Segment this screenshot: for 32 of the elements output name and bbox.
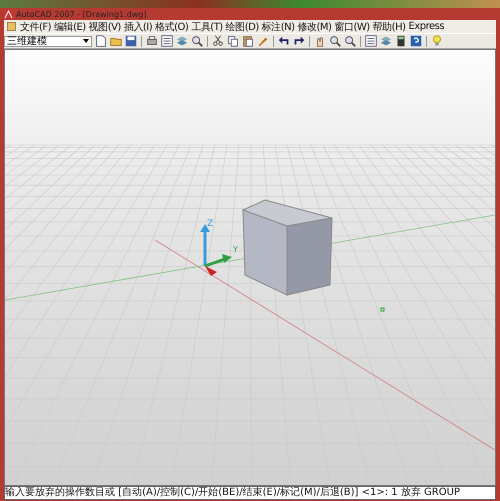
copy-icon[interactable] [226,34,240,48]
cursor-marker-icon [380,308,384,312]
menu-item[interactable]: 编辑(E) [54,20,86,34]
caret-icon [83,39,89,43]
zoom-icon[interactable] [343,34,357,48]
menu-item[interactable]: 视图(V) [88,20,121,34]
properties-icon[interactable] [364,34,378,48]
properties-icon[interactable] [160,34,174,48]
scissors-icon[interactable] [211,34,225,48]
menu-item[interactable]: 帮助(H) [372,20,406,34]
app-logo-icon [4,10,13,18]
menu-item[interactable]: 工具(T) [191,20,223,34]
y-axis-label: Y [233,245,238,254]
menu-item[interactable]: 绘图(D) [226,20,259,34]
menu-item[interactable]: 格式(O) [155,20,188,34]
help-icon[interactable] [409,34,423,48]
menu-item[interactable]: 标注(N) [262,20,295,34]
window-title: AutoCAD 2007 - [Drawing1.dwg] [16,10,147,18]
menu-item[interactable]: 插入(I) [124,20,152,34]
menu-item[interactable]: 修改(M) [298,20,332,34]
ucs-axes-icon [200,224,232,276]
menu-item[interactable]: Express [408,21,444,32]
printer-icon[interactable] [145,34,159,48]
zoom-icon[interactable] [190,34,204,48]
menu-item[interactable]: 文件(F) [20,20,52,34]
z-axis-label: Z [207,219,214,229]
box-solid-drawing[interactable] [242,199,333,296]
menu-item[interactable]: 窗口(W) [334,20,370,34]
workspace-dropdown[interactable]: 三维建模 [4,36,92,46]
save-icon[interactable] [124,34,138,48]
paste-icon[interactable] [241,34,255,48]
zoom-icon[interactable] [328,34,342,48]
